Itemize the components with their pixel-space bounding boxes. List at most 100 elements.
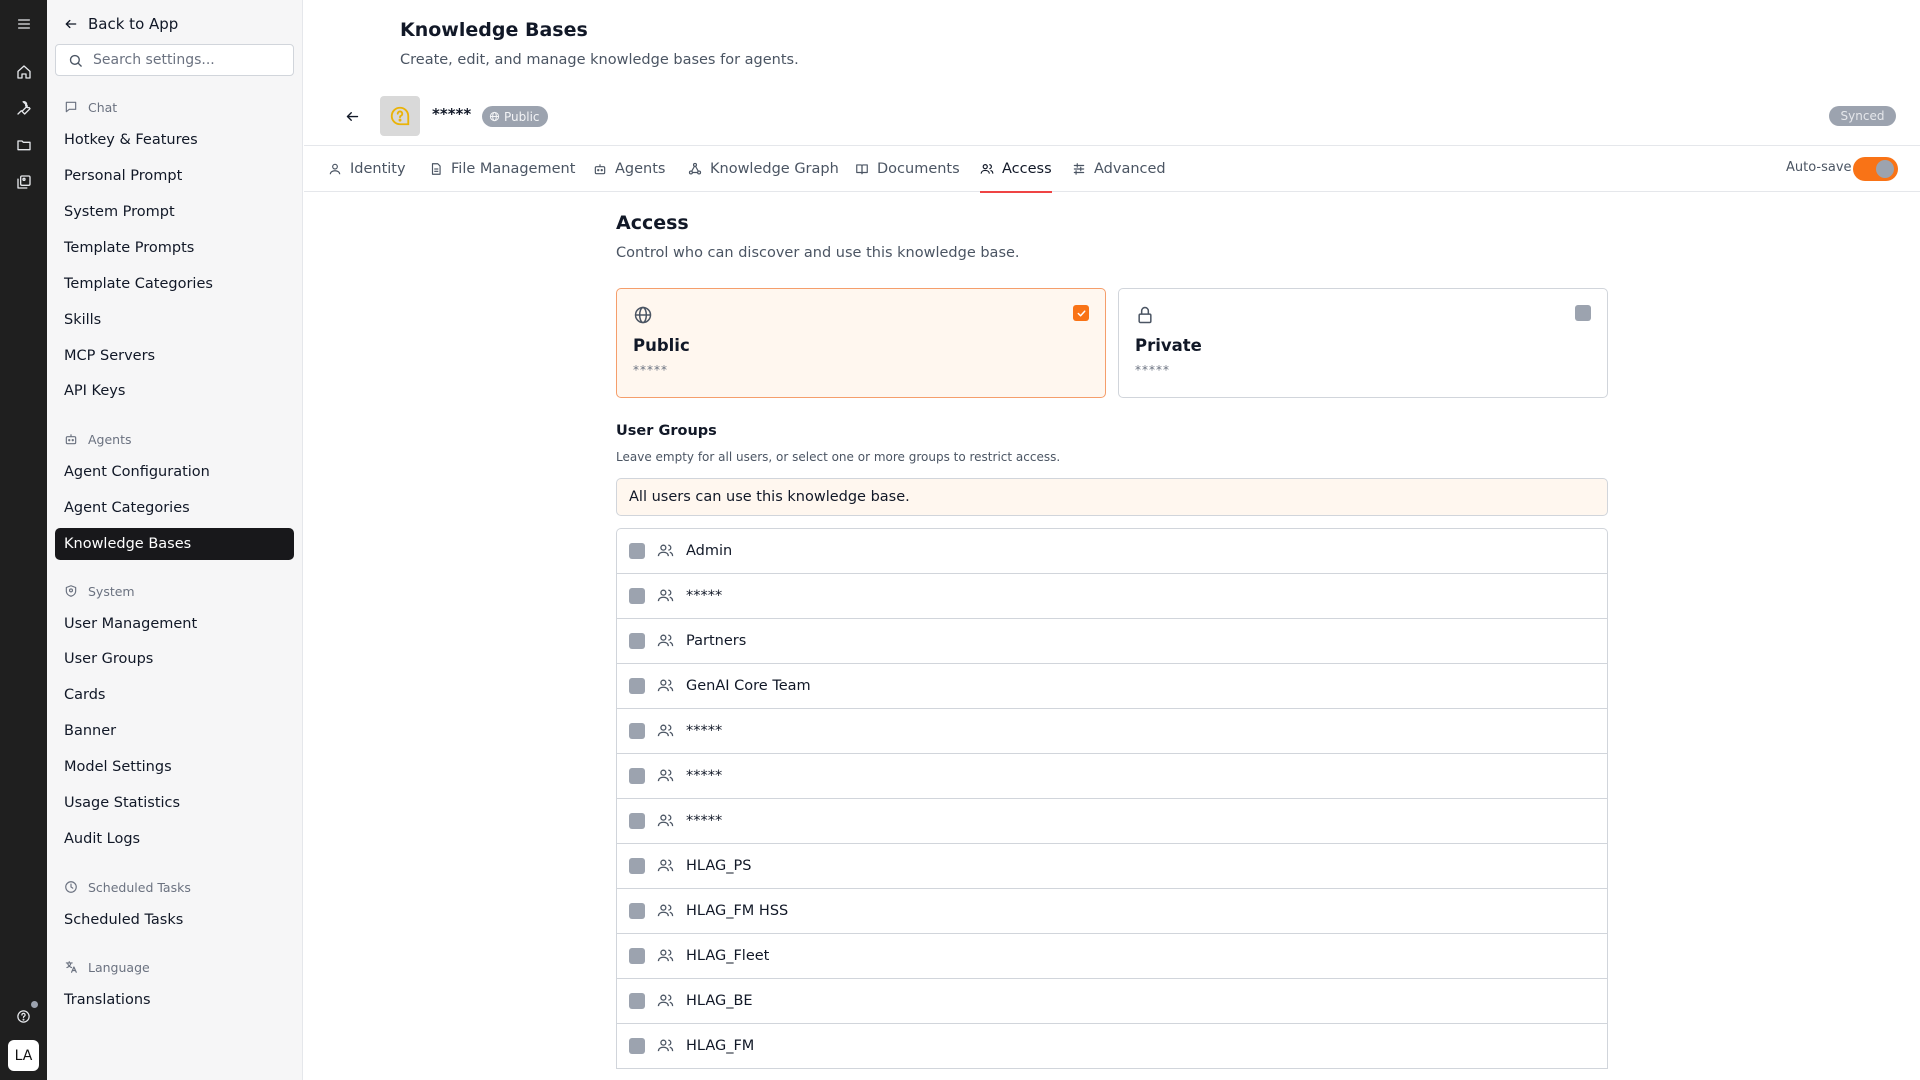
user-group-checkbox[interactable] [629,903,645,919]
help-icon[interactable] [12,1005,35,1028]
user-group-row[interactable]: ***** [617,754,1607,799]
sidebar-item-template-prompts[interactable]: Template Prompts [55,232,294,264]
user-group-name: HLAG_PS [686,858,752,874]
user-group-checkbox[interactable] [629,1038,645,1054]
users-icon [657,857,675,875]
user-group-row[interactable]: HLAG_BE [617,979,1607,1024]
sidebar-item-hotkey-features[interactable]: Hotkey & Features [55,124,294,156]
book-icon [856,164,868,175]
sidebar-item-template-categories[interactable]: Template Categories [55,268,294,300]
sidebar-item-cards[interactable]: Cards [55,679,294,711]
user-group-checkbox[interactable] [629,633,645,649]
sidebar-item-usage-statistics[interactable]: Usage Statistics [55,787,294,819]
sidebar-item-scheduled-tasks[interactable]: Scheduled Tasks [55,904,294,936]
knowledge-base-name: ***** [432,105,472,123]
private-checkbox[interactable] [1575,305,1591,321]
user-group-row[interactable]: Partners [617,619,1607,664]
user-group-checkbox[interactable] [629,678,645,694]
sidebar-item-model-settings[interactable]: Model Settings [55,751,294,783]
search-input[interactable] [93,52,273,68]
menu-icon[interactable] [12,12,35,35]
tab-documents[interactable]: Documents [855,146,960,192]
user-group-checkbox[interactable] [629,813,645,829]
sidebar-item-skills[interactable]: Skills [55,304,294,336]
sidebar-item-user-groups[interactable]: User Groups [55,643,294,675]
toggle-knob [1876,160,1894,178]
wrench-icon[interactable] [12,96,35,119]
globe-icon [489,111,500,122]
user-group-checkbox[interactable] [629,768,645,784]
tab-advanced[interactable]: Advanced [1072,146,1166,192]
sidebar-item-personal-prompt[interactable]: Personal Prompt [55,160,294,192]
gallery-icon[interactable] [12,170,35,193]
user-group-checkbox[interactable] [629,723,645,739]
sidebar-item-api-keys[interactable]: API Keys [55,375,294,407]
section-chat-label: Chat [88,99,118,115]
sidebar-item-mcp-servers[interactable]: MCP Servers [55,340,294,372]
user-group-row[interactable]: HLAG_FM HSS [617,889,1607,934]
user-group-row[interactable]: HLAG_Fleet [617,934,1607,979]
section-chat: Chat [64,97,117,117]
sidebar-item-system-prompt[interactable]: System Prompt [55,196,294,228]
autosave-toggle[interactable] [1853,157,1898,181]
private-access-card[interactable]: Private ***** [1118,288,1608,398]
shield-icon [64,584,78,598]
knowledge-base-avatar [380,96,420,136]
user-group-row[interactable]: ***** [617,799,1607,844]
sidebar-item-banner[interactable]: Banner [55,715,294,747]
home-icon[interactable] [12,60,35,83]
sidebar-item-knowledge-bases[interactable]: Knowledge Bases [55,528,294,560]
robot-icon [594,164,606,175]
section-system-label: System [88,583,135,599]
user-group-row[interactable]: ***** [617,709,1607,754]
users-icon [657,677,675,695]
folder-icon[interactable] [12,133,35,156]
globe-icon [633,305,655,327]
user-group-row[interactable]: ***** [617,574,1607,619]
public-access-card[interactable]: Public ***** [616,288,1106,398]
user-group-checkbox[interactable] [629,993,645,1009]
sidebar-item-audit-logs[interactable]: Audit Logs [55,823,294,855]
sync-status-badge: Synced [1829,106,1896,126]
back-to-app-link[interactable]: Back to App [64,12,178,36]
user-group-row[interactable]: HLAG_PS [617,844,1607,889]
tab-knowledge-graph-label: Knowledge Graph [710,161,839,177]
user-group-checkbox[interactable] [629,858,645,874]
user-group-row[interactable]: HLAG_FM [617,1024,1607,1069]
tab-advanced-label: Advanced [1094,161,1166,177]
user-group-row[interactable]: Admin [617,529,1607,574]
user-icon [329,163,341,175]
sidebar-item-user-management[interactable]: User Management [55,608,294,640]
tab-knowledge-graph[interactable]: Knowledge Graph [688,146,839,192]
back-button[interactable] [340,104,364,128]
public-title: Public [633,336,690,355]
users-icon [657,542,675,560]
user-group-checkbox[interactable] [629,948,645,964]
tab-identity[interactable]: Identity [328,146,406,192]
user-group-name: HLAG_BE [686,993,753,1009]
sidebar-item-agent-categories[interactable]: Agent Categories [55,492,294,524]
users-icon [980,164,994,174]
private-title: Private [1135,336,1202,355]
user-group-name: HLAG_Fleet [686,948,770,964]
avatar[interactable]: LA [8,1040,39,1071]
lock-icon [1135,305,1157,327]
robot-icon [64,432,78,446]
users-icon [657,812,675,830]
user-group-checkbox[interactable] [629,543,645,559]
tab-access-label: Access [1002,161,1052,177]
sidebar-item-agent-configuration[interactable]: Agent Configuration [55,456,294,488]
user-group-checkbox[interactable] [629,588,645,604]
all-users-note: All users can use this knowledge base. [616,478,1608,516]
public-checkbox[interactable] [1073,305,1089,321]
tab-agents[interactable]: Agents [593,146,665,192]
visibility-badge-label: Public [504,109,540,124]
sidebar-item-translations[interactable]: Translations [55,984,294,1016]
user-group-row[interactable]: GenAI Core Team [617,664,1607,709]
tab-access[interactable]: Access [980,146,1052,193]
settings-search[interactable] [55,44,294,76]
users-icon [657,722,675,740]
tab-bar: Identity File Management Agents Knowledg… [304,145,1920,193]
graph-icon [688,162,702,175]
tab-file-management[interactable]: File Management [429,146,575,192]
